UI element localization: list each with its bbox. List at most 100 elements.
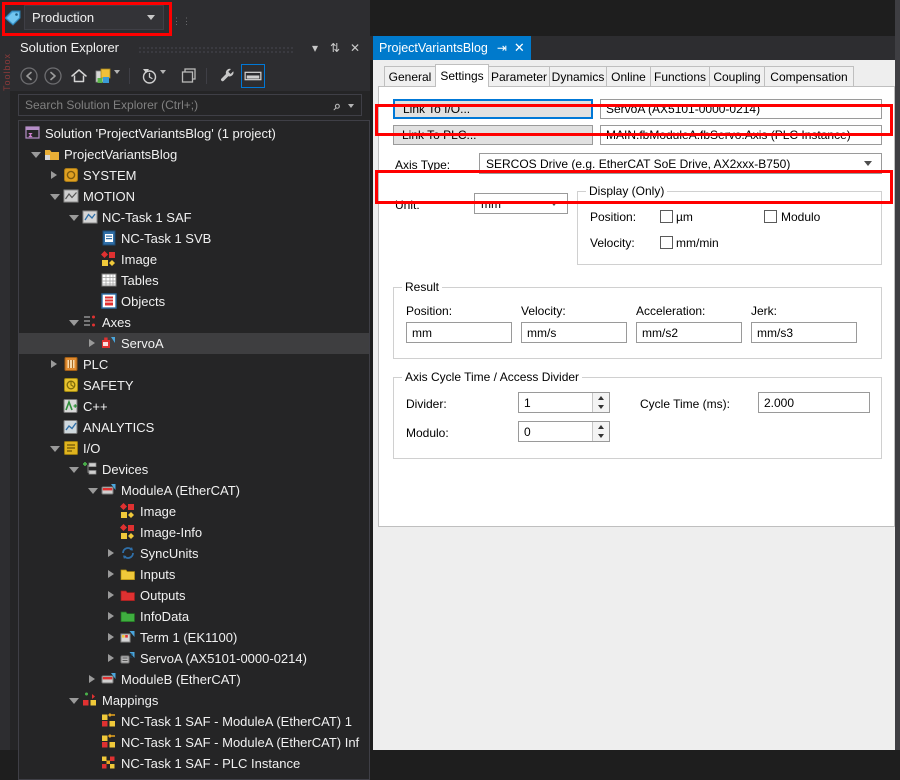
link-to-plc-button[interactable]: Link To PLC... [393,125,593,145]
document-tab-projectvariantsblog[interactable]: ProjectVariantsBlog ⇥ ✕ [373,36,531,60]
expander-open-icon[interactable] [50,444,60,454]
tree-item-c[interactable]: C++ [19,396,369,417]
tree-item-solution-projectvariantsblog-1-project[interactable]: ⧗ Solution 'ProjectVariantsBlog' (1 proje… [19,123,369,144]
pending-changes-filter-icon[interactable] [138,65,160,87]
divider-spinner-down-icon[interactable] [593,403,609,413]
tree-item-projectvariantsblog[interactable]: ProjectVariantsBlog [19,144,369,165]
expander-closed-icon[interactable] [88,675,98,685]
divider-spinner-buttons[interactable] [592,393,609,412]
auto-hide-pin-icon[interactable]: ⇅ [326,39,344,57]
display-position-um-checkbox[interactable] [660,210,673,223]
tree-item-nc-task-1-saf-plc-instance[interactable]: NC-Task 1 SAF - PLC Instance [19,753,369,774]
property-tab-coupling[interactable]: Coupling [709,66,765,86]
tree-item-infodata[interactable]: InfoData [19,606,369,627]
window-menu-chevron-icon[interactable]: ▾ [306,39,324,57]
tree-item-inputs[interactable]: Inputs [19,564,369,585]
sync-dropdown-chevron-icon[interactable] [114,70,120,74]
tree-item-axes[interactable]: Axes [19,312,369,333]
expander-open-icon[interactable] [50,192,60,202]
expander-closed-icon[interactable] [107,591,117,601]
property-tab-parameter[interactable]: Parameter [488,66,550,86]
property-tab-compensation[interactable]: Compensation [764,66,854,86]
result-field-input[interactable]: mm/s3 [751,322,857,343]
tree-item-servoa[interactable]: ServoA [19,333,369,354]
property-tab-online[interactable]: Online [606,66,651,86]
tree-item-nc-task-1-svb[interactable]: NC-Task 1 SVB [19,228,369,249]
expander-open-icon[interactable] [69,213,79,223]
tree-item-system[interactable]: SYSTEM [19,165,369,186]
expander-open-icon[interactable] [31,150,41,160]
tree-item-modulea-ethercat[interactable]: ModuleA (EtherCAT) [19,480,369,501]
tree-item-analytics[interactable]: ANALYTICS [19,417,369,438]
result-field-input[interactable]: mm/s [521,322,627,343]
tree-item-servoa-ax5101-0000-0214[interactable]: 2 ServoA (AX5101-0000-0214) [19,648,369,669]
divider-spinner[interactable]: 1 [518,392,610,413]
property-tab-general[interactable]: General [384,66,436,86]
tree-item-i-o[interactable]: I/O [19,438,369,459]
refresh-icon[interactable] [178,65,200,87]
expander-closed-icon[interactable] [107,612,117,622]
back-icon[interactable] [18,65,40,87]
tree-item-plc[interactable]: PLC [19,354,369,375]
expander-closed-icon[interactable] [88,339,98,349]
modulo-spinner-up-icon[interactable] [593,422,609,432]
tree-item-image-info[interactable]: Image-Info [19,522,369,543]
property-tab-settings[interactable]: Settings [435,64,489,87]
tree-item-nc-task-1-saf[interactable]: NC-Task 1 SAF [19,207,369,228]
pin-icon[interactable]: ⇥ [497,41,507,55]
expander-open-icon[interactable] [88,486,98,496]
expander-closed-icon[interactable] [107,549,117,559]
expander-closed-icon[interactable] [107,654,117,664]
tree-item-syncunits[interactable]: SyncUnits [19,543,369,564]
search-input[interactable]: Search Solution Explorer (Ctrl+;) ⌕ [18,94,362,116]
document-tab-close-icon[interactable]: ✕ [514,40,525,56]
search-options-chevron-icon[interactable] [348,104,354,108]
link-to-io-value-field[interactable]: ServoA (AX5101-0000-0214) [600,99,882,119]
expander-open-icon[interactable] [69,465,79,475]
sync-with-active-document-icon[interactable] [92,65,114,87]
tree-item-nc-task-1-saf-modulea-ethercat-1[interactable]: NC-Task 1 SAF - ModuleA (EtherCAT) 1 [19,711,369,732]
property-tab-dynamics[interactable]: Dynamics [549,66,607,86]
tree-item-image[interactable]: Image [19,249,369,270]
unit-combobox[interactable]: mm [474,193,568,214]
window-scrollbar[interactable] [895,0,900,750]
modulo-spinner-down-icon[interactable] [593,432,609,442]
modulo-spinner[interactable]: 0 [518,421,610,442]
divider-spinner-up-icon[interactable] [593,393,609,403]
close-icon[interactable]: ✕ [346,39,364,57]
preview-selected-items-icon[interactable] [241,64,265,88]
expander-closed-icon[interactable] [50,360,60,370]
display-modulo-checkbox[interactable] [764,210,777,223]
tree-item-outputs[interactable]: Outputs [19,585,369,606]
expander-closed-icon[interactable] [107,633,117,643]
tree-item-tables[interactable]: Tables [19,270,369,291]
axis-type-combobox[interactable]: SERCOS Drive (e.g. EtherCAT SoE Drive, A… [479,153,882,174]
tree-item-motion[interactable]: MOTION [19,186,369,207]
search-icon[interactable]: ⌕ [334,98,341,114]
expander-open-icon[interactable] [69,318,79,328]
project-variant-combobox[interactable]: Production [24,5,164,30]
modulo-spinner-buttons[interactable] [592,422,609,441]
link-to-io-button[interactable]: Link To I/O... [393,99,593,119]
properties-wrench-icon[interactable] [216,65,238,87]
tree-item-image[interactable]: Image [19,501,369,522]
tree-item-devices[interactable]: Devices [19,459,369,480]
tree-item-safety[interactable]: SAFETY [19,375,369,396]
expander-open-icon[interactable] [69,696,79,706]
display-velocity-mmmin-checkbox[interactable] [660,236,673,249]
tree-item-term-1-ek1100[interactable]: Term 1 (EK1100) [19,627,369,648]
forward-icon[interactable] [42,65,64,87]
home-icon[interactable] [68,65,90,87]
filter-dropdown-chevron-icon[interactable] [160,70,166,74]
link-to-plc-value-field[interactable]: MAIN.fbModuleA.fbServo.Axis (PLC Instanc… [600,125,882,145]
cycle-time-field[interactable]: 2.000 [758,392,870,413]
tree-item-objects[interactable]: Objects [19,291,369,312]
property-tab-functions[interactable]: Functions [650,66,710,86]
solution-tree[interactable]: ⧗ Solution 'ProjectVariantsBlog' (1 proje… [18,120,370,780]
result-field-input[interactable]: mm [406,322,512,343]
expander-closed-icon[interactable] [107,570,117,580]
tree-item-moduleb-ethercat[interactable]: ModuleB (EtherCAT) [19,669,369,690]
result-field-input[interactable]: mm/s2 [636,322,742,343]
tree-item-mappings[interactable]: Mappings [19,690,369,711]
expander-closed-icon[interactable] [50,171,60,181]
